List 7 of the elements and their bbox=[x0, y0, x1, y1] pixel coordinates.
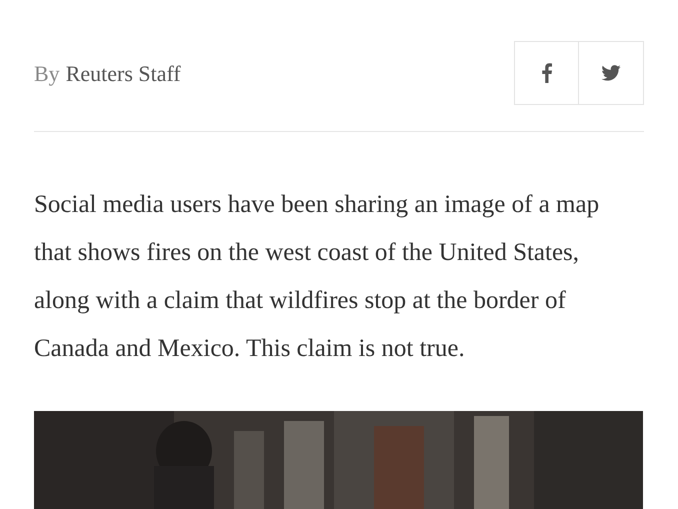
share-button[interactable] bbox=[514, 41, 579, 105]
article-paragraph: Social media users have been sharing an image of a map that shows fires on the west coast of the United States, along with a claim that wildfires stop at the border of Canada and Mexico. This claim is not true. bbox=[34, 190, 600, 364]
author-name: Reuters Staff bbox=[66, 60, 181, 88]
twitter-icon bbox=[601, 65, 621, 81]
facebook-icon bbox=[542, 63, 552, 83]
share-button[interactable] bbox=[579, 41, 644, 105]
byline-prefix: By bbox=[34, 60, 60, 88]
